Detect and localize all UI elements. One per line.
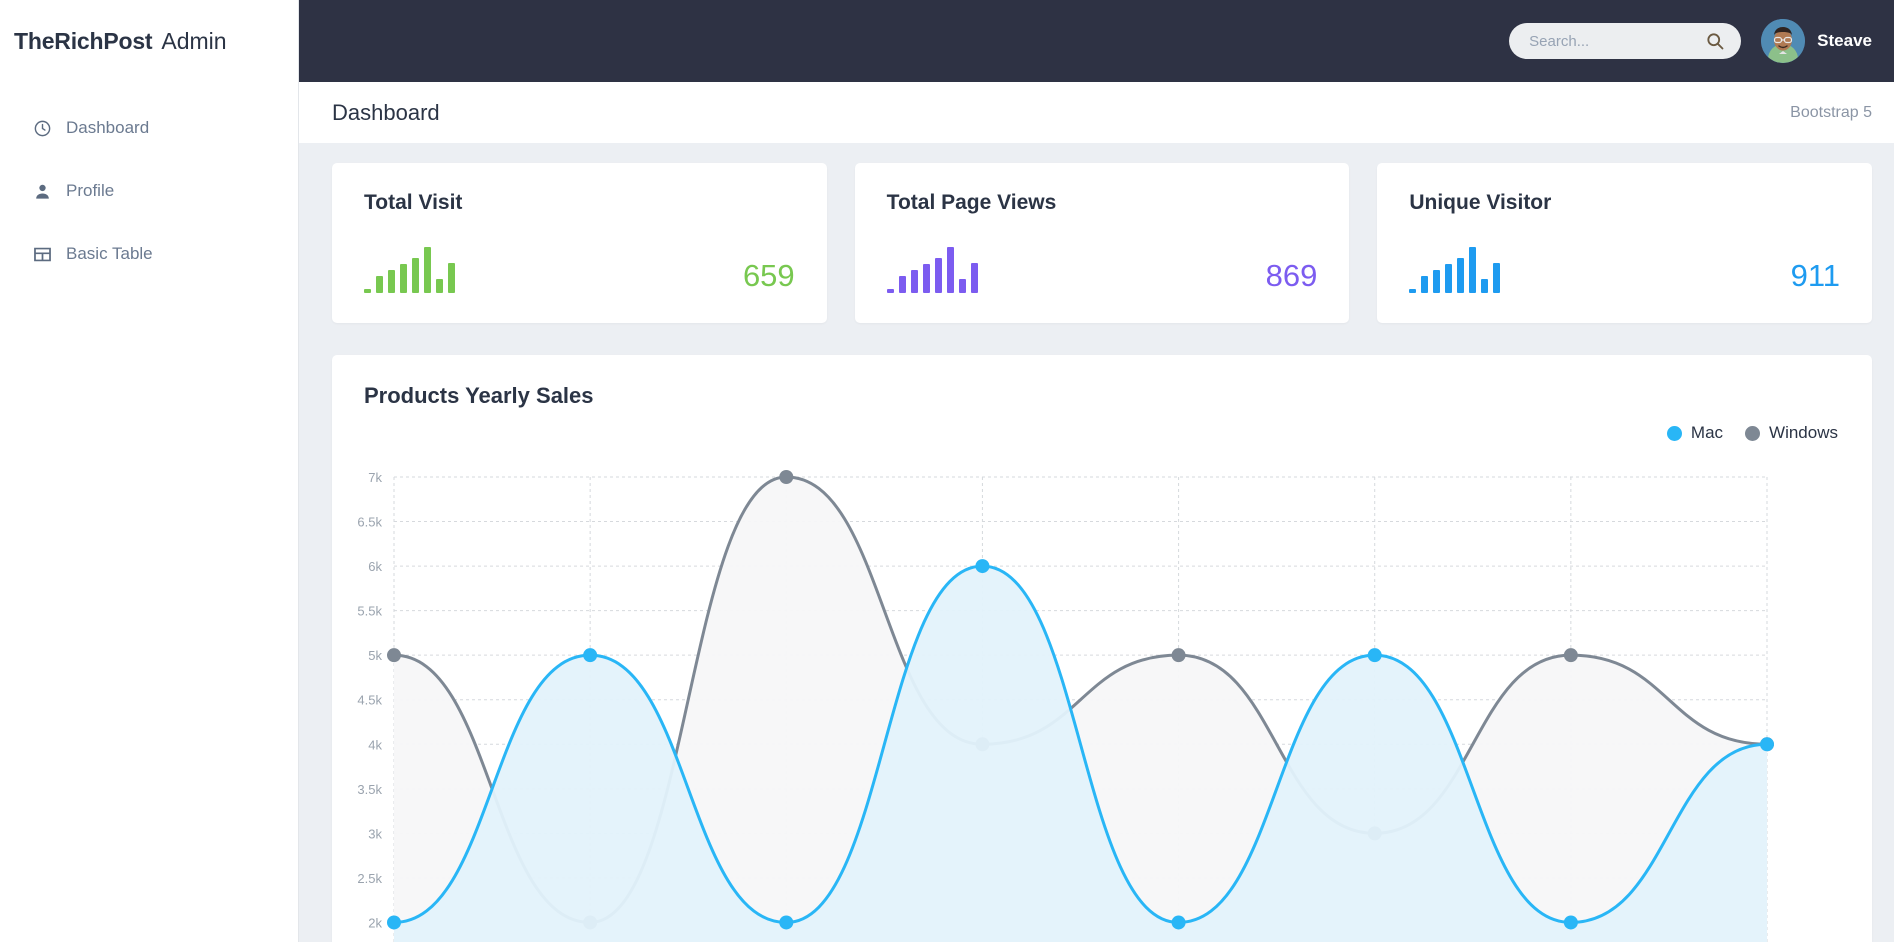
sidebar-item-label: Profile <box>66 181 115 200</box>
stat-cards: Total Visit 659 Total Page Views 869 Uni… <box>332 163 1873 323</box>
sparkline-bar <box>886 289 894 293</box>
sparkline-bar <box>934 258 942 293</box>
stat-card-body: 869 <box>886 237 1318 293</box>
chart-title: Products Yearly Sales <box>364 383 594 408</box>
data-point[interactable] <box>1367 648 1382 663</box>
search-icon[interactable] <box>1705 31 1725 51</box>
sidebar-item-label: Basic Table <box>66 244 153 263</box>
sidebar-nav: Dashboard Profile Basic Table <box>0 82 298 295</box>
stat-card-total-visit: Total Visit 659 <box>332 163 827 323</box>
user-menu[interactable]: Steave <box>1761 19 1872 63</box>
sparkline-bar <box>1469 247 1477 293</box>
data-point[interactable] <box>1171 915 1186 930</box>
sparkline-bar <box>376 275 383 293</box>
sparkline-chart <box>1409 247 1501 293</box>
breadcrumb: Bootstrap 5 <box>1790 103 1872 121</box>
y-axis-tick-label: 3k <box>368 826 382 841</box>
sparkline-bar <box>448 262 455 293</box>
sparkline-bar <box>946 247 954 293</box>
page-header: Dashboard Bootstrap 5 <box>299 82 1894 143</box>
stat-card-value: 869 <box>1265 258 1318 293</box>
sparkline-bar <box>412 258 419 293</box>
sparkline-bar <box>970 262 978 293</box>
sparkline-bar <box>1445 264 1453 293</box>
stat-card-body: 659 <box>364 237 795 293</box>
search-box <box>1509 23 1742 59</box>
topbar: Steave <box>299 0 1894 82</box>
table-icon <box>33 245 52 264</box>
stat-card-body: 911 <box>1409 237 1840 293</box>
brand-name: TheRichPost <box>14 27 153 54</box>
stat-card-value: 659 <box>742 258 795 293</box>
chart-legend: Mac Windows <box>1666 423 1838 443</box>
sidebar-item-label: Dashboard <box>66 118 150 137</box>
sparkline-bar <box>424 247 431 293</box>
sparkline-bar <box>1493 262 1501 293</box>
legend-item-windows[interactable]: Windows <box>1745 423 1838 443</box>
data-point[interactable] <box>779 915 794 930</box>
data-point[interactable] <box>387 915 401 930</box>
page-title: Dashboard <box>332 99 440 125</box>
sparkline-bar <box>400 264 407 293</box>
y-axis-tick-label: 2.5k <box>357 871 382 886</box>
y-axis-tick-label: 4k <box>368 737 382 752</box>
sparkline-bar <box>958 279 966 293</box>
line-chart[interactable]: 1.5k2k2.5k3k3.5k4k4.5k5k5.5k6k6.5k7k <box>332 463 1872 942</box>
brand-suffix: Admin <box>161 27 227 54</box>
stat-card-unique-visitor: Unique Visitor 911 <box>1377 163 1873 323</box>
legend-label: Mac <box>1690 423 1724 442</box>
stat-card-total-page-views: Total Page Views 869 <box>854 163 1350 323</box>
sparkline-bar <box>436 279 443 293</box>
y-axis-tick-label: 5k <box>368 648 382 663</box>
sidebar-item-profile[interactable]: Profile <box>0 169 298 213</box>
sparkline-bar <box>910 270 918 293</box>
y-axis-tick-label: 2k <box>368 915 382 930</box>
sidebar: TheRichPost Admin Dashboard Profile Basi… <box>0 0 299 942</box>
sparkline-bar <box>1409 289 1417 293</box>
data-point[interactable] <box>387 648 401 663</box>
stat-card-title: Total Page Views <box>886 191 1057 214</box>
data-point[interactable] <box>1760 737 1774 752</box>
data-point[interactable] <box>779 470 794 484</box>
data-point[interactable] <box>583 648 598 663</box>
brand-logo[interactable]: TheRichPost Admin <box>0 0 298 82</box>
stat-card-title: Total Visit <box>364 191 463 214</box>
data-point[interactable] <box>1171 648 1186 663</box>
legend-dot-windows <box>1745 425 1761 441</box>
y-axis-tick-label: 7k <box>368 470 382 485</box>
sparkline-bar <box>1433 270 1441 293</box>
content-area: Total Visit 659 Total Page Views 869 Uni… <box>299 143 1894 942</box>
sparkline-bar <box>1457 258 1465 293</box>
sparkline-bar <box>1421 275 1429 293</box>
sparkline-chart <box>364 247 455 293</box>
person-icon <box>33 182 52 201</box>
data-point[interactable] <box>975 559 990 574</box>
y-axis-tick-label: 3.5k <box>357 782 382 797</box>
products-yearly-sales-card: Products Yearly Sales Mac Windows 1.5k2k… <box>332 355 1872 942</box>
stat-card-value: 911 <box>1790 258 1841 293</box>
sparkline-bar <box>922 264 930 293</box>
app-root: TheRichPost Admin Dashboard Profile Basi… <box>0 0 1894 942</box>
sparkline-chart <box>886 247 978 293</box>
sparkline-bar <box>898 275 906 293</box>
y-axis-tick-label: 5.5k <box>357 604 382 619</box>
clock-icon <box>33 119 52 138</box>
sparkline-bar <box>364 289 371 293</box>
legend-label: Windows <box>1769 423 1838 442</box>
main-column: Steave Dashboard Bootstrap 5 Total Visit… <box>299 0 1894 942</box>
y-axis-tick-label: 6k <box>368 559 382 574</box>
y-axis-tick-label: 6.5k <box>357 515 382 530</box>
stat-card-title: Unique Visitor <box>1409 191 1552 214</box>
avatar <box>1761 19 1806 63</box>
user-name: Steave <box>1817 31 1872 50</box>
legend-dot-mac <box>1666 425 1682 441</box>
sparkline-bar <box>1481 279 1489 293</box>
data-point[interactable] <box>1563 648 1578 663</box>
legend-item-mac[interactable]: Mac <box>1666 423 1724 443</box>
y-axis-tick-label: 4.5k <box>357 693 382 708</box>
sidebar-item-dashboard[interactable]: Dashboard <box>0 106 298 150</box>
data-point[interactable] <box>1563 915 1578 930</box>
sparkline-bar <box>388 270 395 293</box>
sidebar-item-basic-table[interactable]: Basic Table <box>0 232 298 276</box>
